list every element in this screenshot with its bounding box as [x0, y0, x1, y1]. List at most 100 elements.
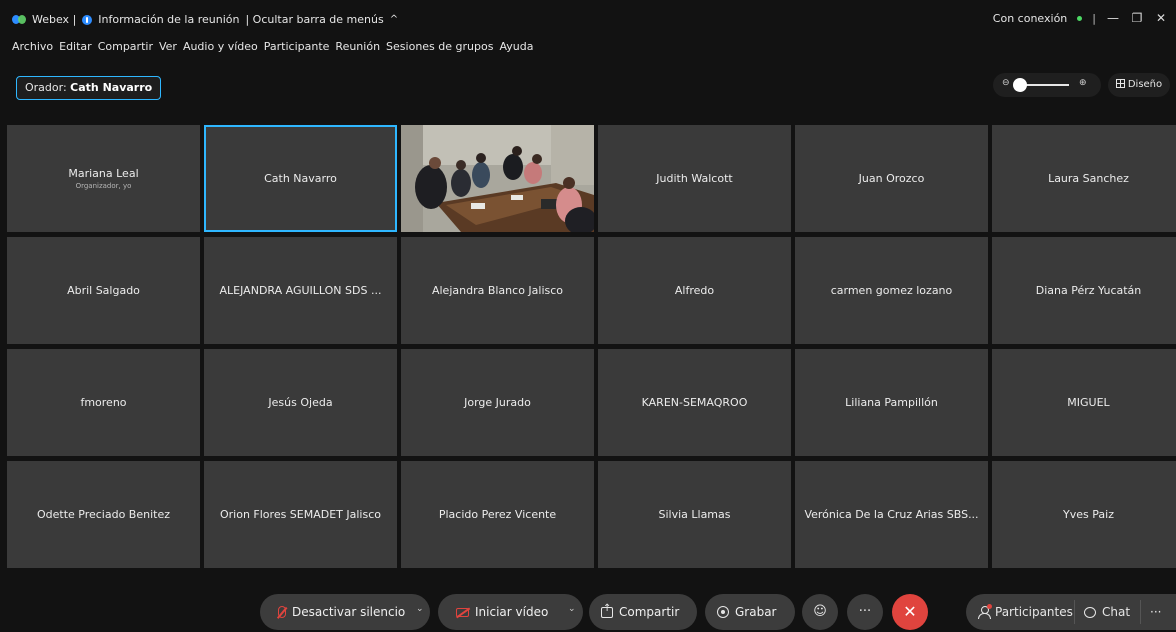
- zoom-slider[interactable]: ⊖ ⊕: [993, 73, 1101, 97]
- speaker-label: Orador:: [25, 81, 67, 94]
- side-panel-controls: Participantes Chat ···: [966, 594, 1176, 630]
- menu-participante[interactable]: Participante: [264, 40, 330, 53]
- chevron-down-icon[interactable]: ⌄: [416, 604, 424, 614]
- menu-editar[interactable]: Editar: [59, 40, 92, 53]
- close-icon: ✕: [903, 602, 917, 621]
- participant-tile[interactable]: Abril Salgado: [7, 237, 200, 344]
- participant-tile[interactable]: MIGUEL: [992, 349, 1176, 456]
- menu-ver[interactable]: Ver: [159, 40, 177, 53]
- participant-name: Orion Flores SEMADET Jalisco: [219, 508, 381, 521]
- conference-room-video: [401, 125, 594, 232]
- participant-name: Liliana Pampillón: [845, 396, 938, 409]
- participant-tile[interactable]: carmen gomez lozano: [795, 237, 988, 344]
- participant-tile[interactable]: KAREN-SEMAQROO: [598, 349, 791, 456]
- more-icon: ···: [858, 604, 872, 619]
- unmute-label: Desactivar silencio: [292, 605, 406, 619]
- hide-menubar-link[interactable]: | Ocultar barra de menús: [245, 13, 383, 26]
- participant-tile[interactable]: Yves Paiz: [992, 461, 1176, 568]
- end-call-button[interactable]: ✕: [892, 594, 928, 630]
- unmute-button[interactable]: Desactivar silencio ⌄: [260, 594, 430, 630]
- participant-tile[interactable]: Judith Walcott: [598, 125, 791, 232]
- divider: [1140, 600, 1141, 624]
- divider: [1074, 600, 1075, 624]
- layout-button[interactable]: Diseño: [1108, 73, 1170, 97]
- restore-button[interactable]: ❐: [1130, 11, 1144, 25]
- meeting-info-icon[interactable]: [82, 14, 93, 25]
- participant-tile[interactable]: Liliana Pampillón: [795, 349, 988, 456]
- participant-name: Yves Paiz: [1063, 508, 1114, 521]
- participants-button[interactable]: Participantes: [978, 594, 1073, 630]
- start-video-label: Iniciar vídeo: [475, 605, 549, 619]
- participant-video-tile[interactable]: [401, 125, 594, 232]
- layout-label: Diseño: [1127, 79, 1163, 90]
- menu-bar: Archivo Editar Compartir Ver Audio y víd…: [12, 40, 533, 53]
- participant-tile[interactable]: Laura Sanchez: [992, 125, 1176, 232]
- menu-compartir[interactable]: Compartir: [98, 40, 153, 53]
- participant-role: Organizador, yo: [75, 182, 132, 190]
- participant-tile[interactable]: fmoreno: [7, 349, 200, 456]
- participant-name: Jorge Jurado: [464, 396, 531, 409]
- chat-button[interactable]: Chat: [1084, 594, 1130, 630]
- zoom-knob[interactable]: [1012, 78, 1027, 92]
- participant-name: Verónica De la Cruz Arias SBS...: [804, 508, 979, 521]
- menu-audio-video[interactable]: Audio y vídeo: [183, 40, 258, 53]
- participant-tile[interactable]: Jorge Jurado: [401, 349, 594, 456]
- participant-name: Jesús Ojeda: [268, 396, 333, 409]
- zoom-out-icon[interactable]: ⊖: [1002, 78, 1010, 88]
- participant-tile[interactable]: ALEJANDRA AGUILLON SDS ...: [204, 237, 397, 344]
- participant-tile[interactable]: Diana Pérz Yucatán: [992, 237, 1176, 344]
- chat-icon: [1084, 606, 1096, 618]
- camera-off-icon: [456, 607, 469, 617]
- connection-status: Con conexión: [992, 11, 1068, 25]
- zoom-in-icon[interactable]: ⊕: [1079, 78, 1087, 88]
- participant-tile[interactable]: Odette Preciado Benitez: [7, 461, 200, 568]
- smiley-icon: ☺: [813, 604, 827, 619]
- participant-name: carmen gomez lozano: [830, 284, 953, 297]
- minimize-button[interactable]: —: [1106, 11, 1120, 25]
- participant-name: KAREN-SEMAQROO: [641, 396, 748, 409]
- speaker-name: Cath Navarro: [70, 81, 153, 94]
- menu-reunion[interactable]: Reunión: [335, 40, 380, 53]
- close-window-button[interactable]: ✕: [1154, 11, 1168, 25]
- participant-grid: Mariana Leal Organizador, yo Cath Navarr…: [7, 125, 1176, 568]
- participant-name: Laura Sanchez: [1048, 172, 1129, 185]
- participant-name: Cath Navarro: [264, 172, 337, 185]
- participant-tile[interactable]: Orion Flores SEMADET Jalisco: [204, 461, 397, 568]
- share-icon: [601, 603, 613, 618]
- participant-tile[interactable]: Alejandra Blanco Jalisco: [401, 237, 594, 344]
- menu-archivo[interactable]: Archivo: [12, 40, 53, 53]
- chevron-down-icon[interactable]: ⌄: [568, 604, 576, 614]
- participant-tile[interactable]: Mariana Leal Organizador, yo: [7, 125, 200, 232]
- participant-name: Abril Salgado: [67, 284, 140, 297]
- chevron-up-icon[interactable]: ^: [390, 14, 398, 25]
- participant-tile[interactable]: Jesús Ojeda: [204, 349, 397, 456]
- meeting-info-link[interactable]: Información de la reunión: [98, 13, 239, 26]
- participant-tile[interactable]: Alfredo: [598, 237, 791, 344]
- more-icon: ···: [1150, 605, 1162, 619]
- reactions-button[interactable]: ☺: [802, 594, 838, 630]
- participants-label: Participantes: [995, 605, 1073, 619]
- participant-name: Placido Perez Vicente: [438, 508, 557, 521]
- participant-tile[interactable]: Silvia Llamas: [598, 461, 791, 568]
- menu-sesiones-grupos[interactable]: Sesiones de grupos: [386, 40, 493, 53]
- record-button[interactable]: Grabar: [705, 594, 795, 630]
- menu-ayuda[interactable]: Ayuda: [499, 40, 533, 53]
- participant-name: Alfredo: [674, 284, 715, 297]
- participant-name: ALEJANDRA AGUILLON SDS ...: [219, 284, 382, 297]
- mic-muted-icon: [278, 606, 286, 618]
- share-button[interactable]: Compartir: [589, 594, 697, 630]
- grid-layout-icon: [1115, 79, 1125, 88]
- participant-tile[interactable]: Juan Orozco: [795, 125, 988, 232]
- panel-more-button[interactable]: ···: [1150, 594, 1161, 630]
- meeting-controls: Desactivar silencio ⌄ Iniciar vídeo ⌄ Co…: [0, 592, 1176, 632]
- chat-label: Chat: [1102, 605, 1131, 619]
- participant-name: Odette Preciado Benitez: [36, 508, 171, 521]
- participant-tile-active-speaker[interactable]: Cath Navarro: [204, 125, 397, 232]
- participant-name: Juan Orozco: [858, 172, 925, 185]
- start-video-button[interactable]: Iniciar vídeo ⌄: [438, 594, 583, 630]
- participant-tile[interactable]: Placido Perez Vicente: [401, 461, 594, 568]
- participant-tile[interactable]: Verónica De la Cruz Arias SBS...: [795, 461, 988, 568]
- share-label: Compartir: [619, 605, 680, 619]
- participant-name: MIGUEL: [1067, 396, 1110, 409]
- more-options-button[interactable]: ···: [847, 594, 883, 630]
